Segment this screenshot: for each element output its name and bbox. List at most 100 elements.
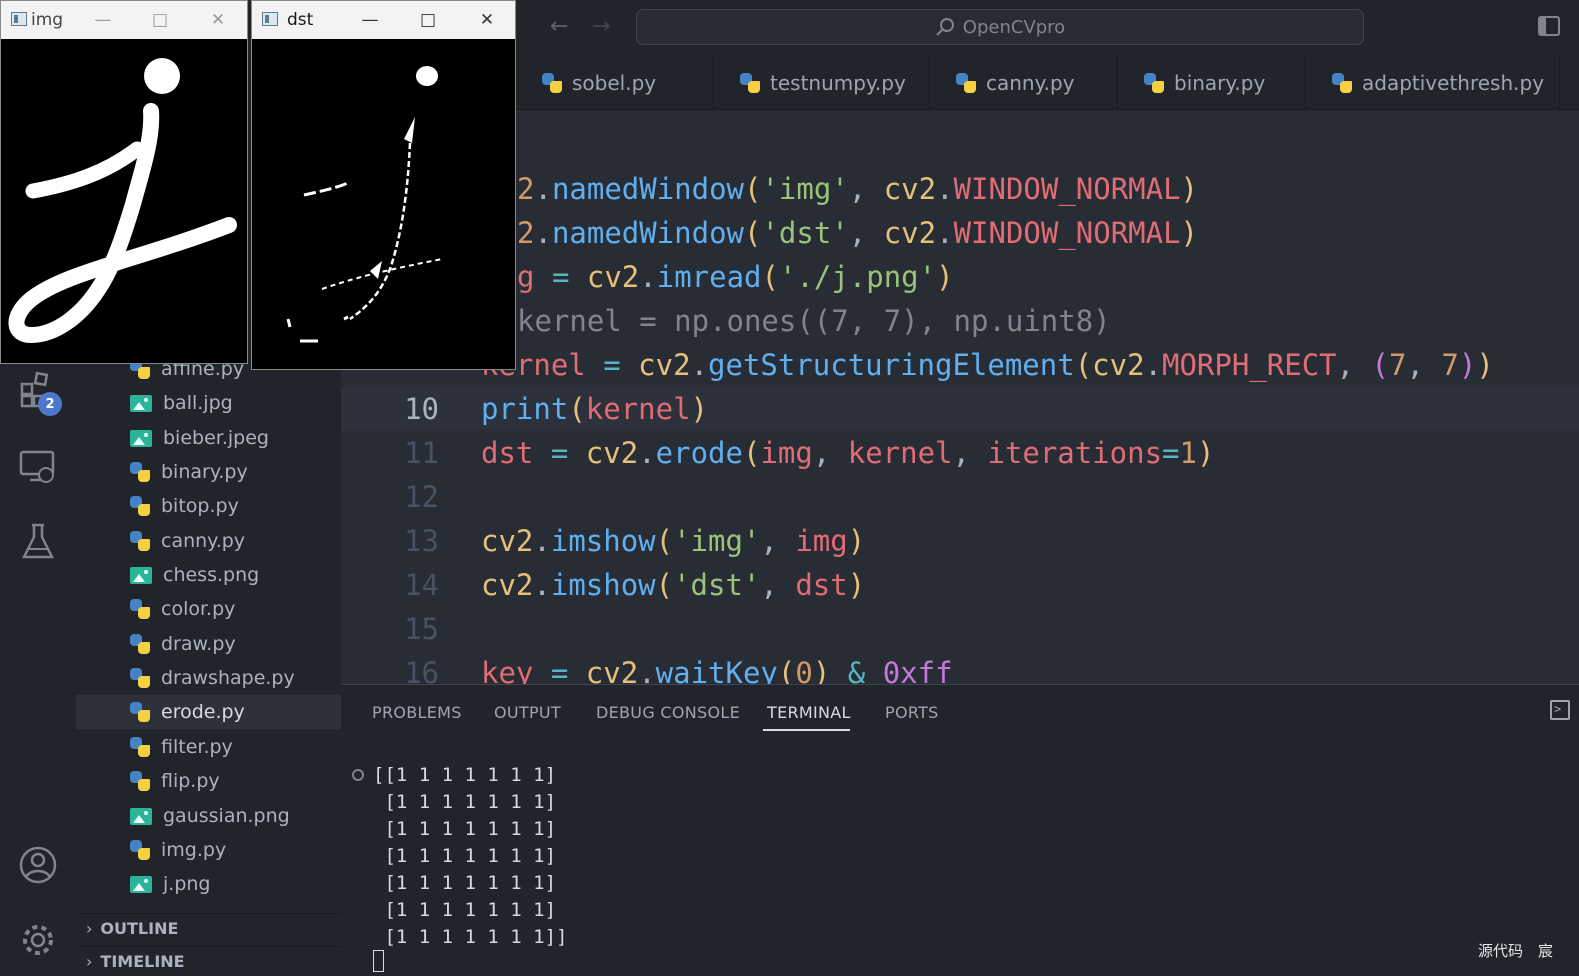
- line-number: 13: [404, 524, 439, 558]
- command-status-icon[interactable]: [352, 769, 364, 781]
- tab-sobel[interactable]: sobel.py: [516, 56, 714, 110]
- code-line-current: 10 print(kernel): [341, 387, 1579, 431]
- opencv-window-img[interactable]: img — □ ✕: [0, 0, 248, 364]
- file-item-flip[interactable]: flip.py: [76, 764, 341, 798]
- terminal-line: [1 1 1 1 1 1 1]: [373, 791, 557, 813]
- python-file-icon: [130, 634, 150, 654]
- file-item-color[interactable]: color.py: [76, 592, 341, 626]
- code-line: 12: [341, 475, 1579, 519]
- terminal-icon[interactable]: >: [1550, 700, 1570, 720]
- terminal-line: [1 1 1 1 1 1 1]: [373, 899, 557, 921]
- code-line: 2.namedWindow('dst', cv2.WINDOW_NORMAL): [517, 216, 1199, 250]
- code-line: 13 cv2.imshow('img', img): [341, 519, 1579, 563]
- search-icon: [936, 18, 954, 36]
- remote-explorer-icon[interactable]: [18, 447, 58, 487]
- python-file-icon: [1332, 73, 1352, 93]
- tab-problems[interactable]: PROBLEMS: [372, 703, 462, 722]
- file-label: bitop.py: [161, 495, 239, 517]
- file-label: img.py: [161, 839, 227, 861]
- python-file-icon: [130, 771, 150, 791]
- close-icon[interactable]: ✕: [204, 7, 232, 33]
- code-editor[interactable]: 2.namedWindow('img', cv2.WINDOW_NORMAL) …: [341, 110, 1579, 684]
- maximize-icon[interactable]: □: [146, 7, 174, 33]
- opencv-window-dst[interactable]: dst — □ ✕: [251, 0, 516, 370]
- arrow-left-icon[interactable]: ←: [550, 14, 568, 39]
- terminal-line: [1 1 1 1 1 1 1]: [373, 872, 557, 894]
- gear-icon[interactable]: [18, 920, 58, 960]
- app-icon: [262, 12, 278, 26]
- file-label: bieber.jpeg: [163, 427, 269, 449]
- testing-flask-icon[interactable]: [18, 522, 58, 562]
- line-number: 10: [404, 392, 439, 426]
- tab-binary[interactable]: binary.py: [1118, 56, 1306, 110]
- file-item-filter[interactable]: filter.py: [76, 730, 341, 764]
- command-center-search[interactable]: OpenCVpro: [636, 9, 1364, 45]
- terminal-line: [1 1 1 1 1 1 1]: [373, 818, 557, 840]
- terminal-line: [1 1 1 1 1 1 1]: [373, 845, 557, 867]
- timeline-section[interactable]: › TIMELINE: [76, 946, 341, 976]
- window-title-bar[interactable]: dst — □ ✕: [252, 1, 515, 39]
- file-item-canny[interactable]: canny.py: [76, 524, 341, 558]
- chevron-right-icon: ›: [86, 919, 93, 938]
- eroded-image: [252, 39, 515, 369]
- toggle-sidebar-icon[interactable]: [1538, 16, 1560, 36]
- file-item-bitop[interactable]: bitop.py: [76, 489, 341, 523]
- file-item-j[interactable]: j.png: [76, 867, 341, 901]
- account-icon[interactable]: [18, 845, 58, 885]
- minimize-icon[interactable]: —: [89, 7, 117, 33]
- python-file-icon: [130, 531, 150, 551]
- image-file-icon: [130, 807, 152, 825]
- python-file-icon: [1144, 73, 1164, 93]
- file-item-chess[interactable]: chess.png: [76, 558, 341, 592]
- window-title-bar[interactable]: img — □ ✕: [1, 1, 247, 39]
- tab-ports[interactable]: PORTS: [885, 703, 939, 722]
- window-title: dst: [287, 10, 314, 30]
- file-item-img[interactable]: img.py: [76, 833, 341, 867]
- explorer-sidebar: affine.py ball.jpg bieber.jpeg binary.py…: [76, 330, 341, 976]
- window-title: img: [31, 10, 64, 30]
- file-item-erode[interactable]: erode.py: [76, 695, 341, 729]
- line-number: 16: [404, 656, 439, 684]
- section-label: OUTLINE: [100, 919, 179, 938]
- tab-testnumpy[interactable]: testnumpy.py: [714, 56, 930, 110]
- file-item-draw[interactable]: draw.py: [76, 627, 341, 661]
- python-file-icon: [130, 599, 150, 619]
- python-file-icon: [130, 840, 150, 860]
- python-file-icon: [130, 462, 150, 482]
- file-label: chess.png: [163, 564, 260, 586]
- file-item-binary[interactable]: binary.py: [76, 455, 341, 489]
- image-file-icon: [130, 394, 152, 412]
- code-line: kernel = cv2.getStructuringElement(cv2.M…: [481, 348, 1494, 382]
- file-label: color.py: [161, 598, 236, 620]
- tab-debug-console[interactable]: DEBUG CONSOLE: [596, 703, 740, 722]
- code-line: 15: [341, 607, 1579, 651]
- workspace-name: OpenCVpro: [962, 16, 1066, 38]
- file-label: flip.py: [161, 770, 220, 792]
- minimize-icon[interactable]: —: [356, 7, 384, 33]
- file-label: ball.jpg: [163, 392, 233, 414]
- terminal-cursor[interactable]: [373, 950, 384, 972]
- outline-section[interactable]: › OUTLINE: [76, 913, 341, 943]
- image-file-icon: [130, 875, 152, 893]
- file-item-ball[interactable]: ball.jpg: [76, 386, 341, 420]
- file-item-gaussian[interactable]: gaussian.png: [76, 799, 341, 833]
- active-tab-indicator: [763, 729, 850, 731]
- file-label: drawshape.py: [161, 667, 295, 689]
- file-item-bieber[interactable]: bieber.jpeg: [76, 421, 341, 455]
- python-file-icon: [740, 73, 760, 93]
- python-file-icon: [130, 702, 150, 722]
- tab-adaptivethresh[interactable]: adaptivethresh.py: [1306, 56, 1560, 110]
- tab-terminal[interactable]: TERMINAL: [767, 703, 851, 722]
- python-file-icon: [542, 73, 562, 93]
- tab-output[interactable]: OUTPUT: [494, 703, 561, 722]
- file-label: binary.py: [161, 461, 248, 483]
- line-number: 14: [404, 568, 439, 602]
- file-item-drawshape[interactable]: drawshape.py: [76, 661, 341, 695]
- close-icon[interactable]: ✕: [473, 7, 501, 33]
- tab-canny[interactable]: canny.py: [930, 56, 1118, 110]
- arrow-right-icon[interactable]: →: [592, 14, 610, 39]
- maximize-icon[interactable]: □: [414, 7, 442, 33]
- tab-label: testnumpy.py: [770, 71, 906, 95]
- image-file-icon: [130, 429, 152, 447]
- file-label: filter.py: [161, 736, 233, 758]
